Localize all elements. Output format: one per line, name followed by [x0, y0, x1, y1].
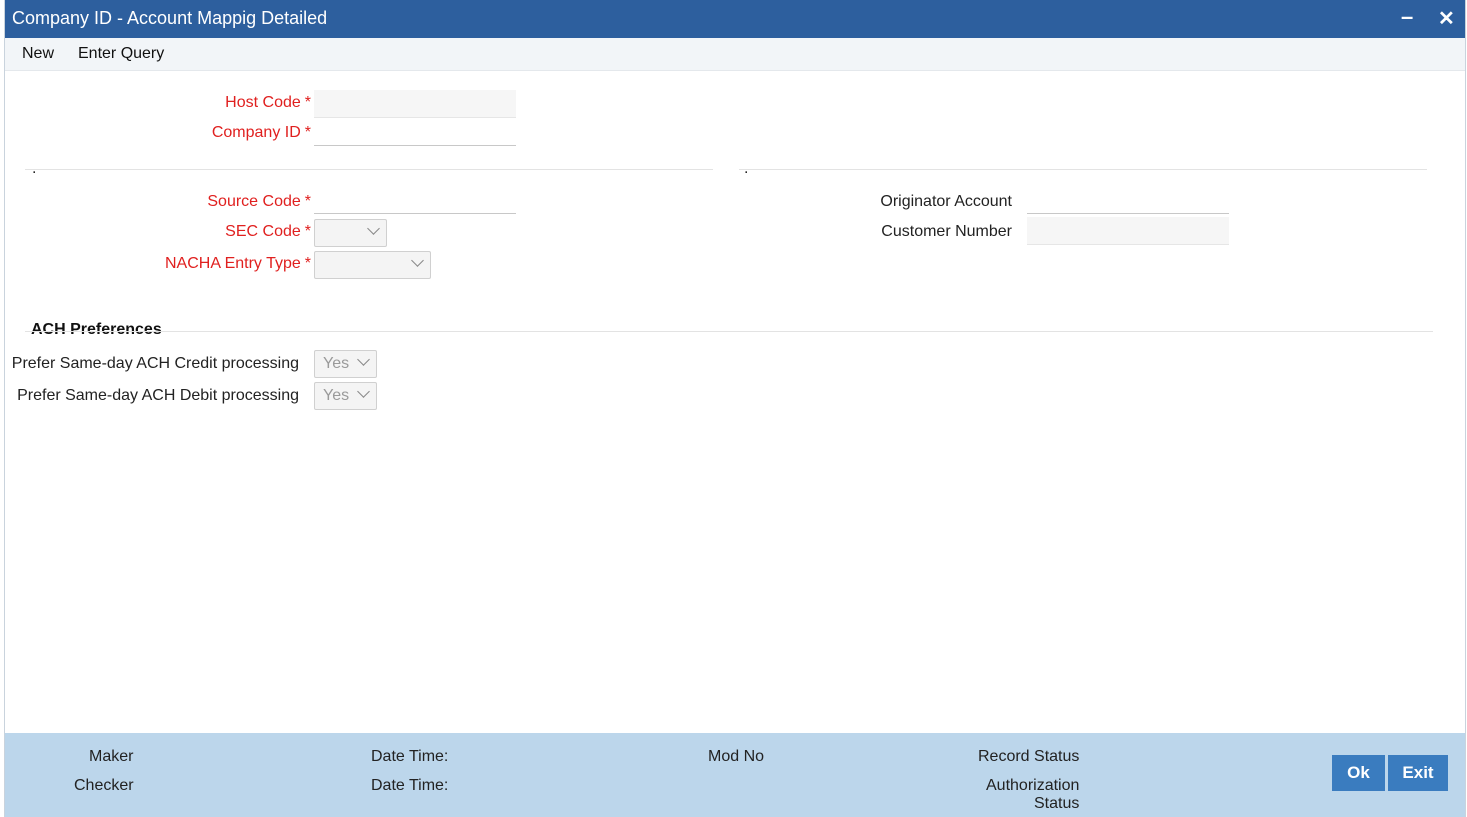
- host-code-label: Host Code *: [225, 94, 311, 112]
- company-id-label: Company ID *: [212, 124, 311, 142]
- host-code-label-text: Host Code: [225, 94, 301, 111]
- sec-code-select[interactable]: [314, 219, 387, 247]
- sec-code-label: SEC Code *: [225, 223, 311, 241]
- exit-button[interactable]: Exit: [1388, 755, 1448, 791]
- menu-enter-query[interactable]: Enter Query: [78, 45, 164, 63]
- required-marker: *: [304, 193, 311, 210]
- record-status-label: Record Status: [978, 748, 1080, 765]
- title-bar: Company ID - Account Mappig Detailed – ✕: [5, 0, 1465, 38]
- source-code-label: Source Code *: [207, 193, 311, 211]
- company-id-label-text: Company ID: [211, 124, 301, 141]
- checker-date-time-label: Date Time:: [371, 777, 449, 794]
- ach-debit-select[interactable]: Yes: [314, 382, 377, 410]
- ach-credit-select[interactable]: Yes: [314, 350, 377, 378]
- ach-debit-value: Yes: [323, 387, 350, 404]
- menu-new[interactable]: New: [22, 45, 54, 63]
- close-icon[interactable]: ✕: [1438, 6, 1455, 31]
- ach-credit-label: Prefer Same-day ACH Credit processing: [11, 355, 299, 372]
- customer-number-label: Customer Number: [881, 223, 1012, 240]
- minimize-icon[interactable]: –: [1401, 4, 1413, 30]
- ach-debit-label: Prefer Same-day ACH Debit processing: [17, 387, 299, 404]
- left-section-divider: [25, 169, 713, 170]
- required-marker: *: [304, 94, 311, 111]
- checker-label: Checker: [74, 777, 134, 794]
- required-marker: *: [304, 223, 311, 240]
- chevron-down-icon: [411, 254, 424, 267]
- source-code-input[interactable]: [314, 186, 516, 214]
- chevron-down-icon: [357, 353, 370, 366]
- host-code-input[interactable]: [314, 90, 516, 118]
- nacha-entry-type-label: NACHA Entry Type *: [165, 255, 311, 273]
- mod-no-label: Mod No: [708, 748, 765, 765]
- required-marker: *: [304, 255, 311, 272]
- source-code-label-text: Source Code: [207, 193, 301, 210]
- maker-date-time-label: Date Time:: [371, 748, 449, 765]
- ach-section-divider: [25, 331, 1433, 332]
- maker-label: Maker: [89, 748, 134, 765]
- nacha-entry-type-label-text: NACHA Entry Type: [165, 255, 301, 272]
- chevron-down-icon: [367, 222, 380, 235]
- ach-preferences-title: ACH Preferences: [31, 321, 162, 338]
- customer-number-input[interactable]: [1027, 217, 1229, 245]
- window-title: Company ID - Account Mappig Detailed: [12, 8, 328, 28]
- nacha-entry-type-select[interactable]: [314, 251, 431, 279]
- company-id-input[interactable]: [314, 118, 516, 146]
- authorization-status-label-line1: Authorization: [986, 777, 1080, 794]
- menu-bar: New Enter Query: [5, 38, 1465, 71]
- originator-account-label: Originator Account: [880, 193, 1012, 210]
- originator-account-input[interactable]: [1027, 186, 1229, 214]
- right-section-divider: [739, 169, 1427, 170]
- sec-code-label-text: SEC Code: [225, 223, 301, 240]
- authorization-status-label-line2: Status: [1034, 795, 1080, 812]
- audit-footer: Maker Checker Date Time: Date Time: Mod …: [5, 733, 1465, 817]
- ach-credit-value: Yes: [323, 355, 350, 372]
- dialog-window: Company ID - Account Mappig Detailed – ✕…: [4, 0, 1466, 817]
- chevron-down-icon: [357, 385, 370, 398]
- required-marker: *: [304, 124, 311, 141]
- ok-button[interactable]: Ok: [1332, 755, 1385, 791]
